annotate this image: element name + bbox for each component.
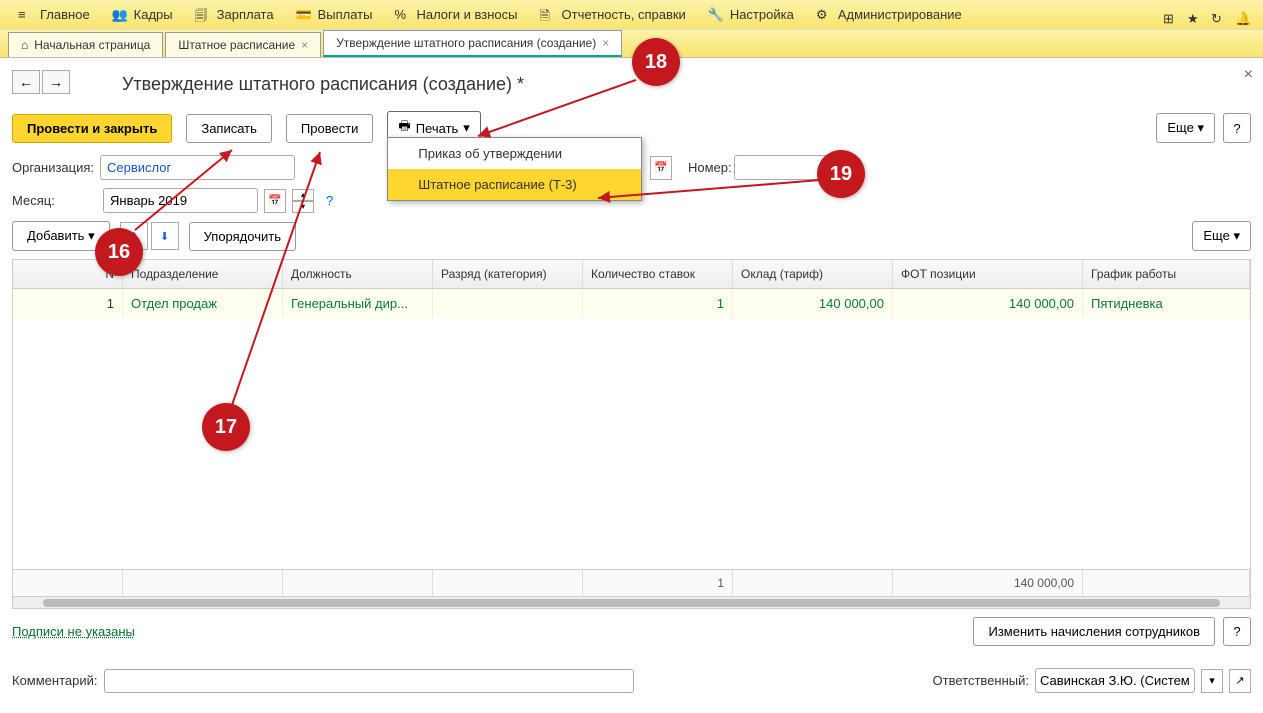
col-sal[interactable]: Оклад (тариф) <box>733 260 893 288</box>
col-cat[interactable]: Разряд (категория) <box>433 260 583 288</box>
change-accruals-button[interactable]: Изменить начисления сотрудников <box>973 617 1215 646</box>
move-down-button[interactable]: ⬇ <box>151 222 179 250</box>
chevron-down-icon: ▾ <box>1197 120 1204 135</box>
org-label: Организация: <box>12 160 94 175</box>
annotation-marker-17: 17 <box>202 403 250 451</box>
menu-hr[interactable]: 👥Кадры <box>102 3 183 27</box>
close-icon[interactable]: × <box>301 38 308 52</box>
page-title: Утверждение штатного расписания (создани… <box>122 74 1251 95</box>
percent-icon: % <box>394 7 410 23</box>
grid-footer: 1 140 000,00 <box>13 569 1250 596</box>
order-button[interactable]: Упорядочить <box>189 222 296 251</box>
menu-icon: ≡ <box>18 7 34 23</box>
do-button[interactable]: Провести <box>286 114 374 143</box>
comment-input[interactable] <box>104 669 634 693</box>
comment-label: Комментарий: <box>12 673 98 688</box>
doc-icon: 🗎 <box>540 7 556 23</box>
month-up-button[interactable]: ▴ <box>292 189 314 201</box>
save-button[interactable]: Записать <box>186 114 272 143</box>
close-page-icon[interactable]: × <box>1244 66 1253 84</box>
people-icon: 👥 <box>112 7 128 23</box>
annotation-marker-19: 19 <box>817 150 865 198</box>
print-item-approval[interactable]: Приказ об утверждении <box>388 138 641 169</box>
annotation-marker-18: 18 <box>632 38 680 86</box>
grid-header: N Подразделение Должность Разряд (катего… <box>13 260 1250 289</box>
tab-staff[interactable]: Штатное расписание× <box>165 32 321 57</box>
menu-taxes[interactable]: %Налоги и взносы <box>384 3 527 27</box>
h-scrollbar[interactable] <box>13 596 1250 608</box>
annotation-marker-16: 16 <box>95 228 143 276</box>
col-sch[interactable]: График работы <box>1083 260 1250 288</box>
wrench-icon: 🔧 <box>708 7 724 23</box>
menu-payments[interactable]: 💳Выплаты <box>286 3 383 27</box>
top-menu-bar: ≡Главное 👥Кадры 🗐Зарплата 💳Выплаты %Нало… <box>0 0 1263 30</box>
nav-fwd-button[interactable]: → <box>42 70 70 94</box>
menu-settings[interactable]: 🔧Настройка <box>698 3 804 27</box>
star-icon[interactable]: ★ <box>1183 7 1199 23</box>
col-pos[interactable]: Должность <box>283 260 433 288</box>
month-input[interactable] <box>103 188 258 213</box>
grid-more-button[interactable]: Еще ▾ <box>1192 221 1251 251</box>
resp-open-button[interactable]: ↗ <box>1229 669 1251 693</box>
col-cnt[interactable]: Количество ставок <box>583 260 733 288</box>
tab-approve[interactable]: Утверждение штатного расписания (создани… <box>323 30 622 57</box>
num-label: Номер: <box>688 160 732 175</box>
month-down-button[interactable]: ▾ <box>292 201 314 213</box>
menu-salary[interactable]: 🗐Зарплата <box>185 3 284 27</box>
printer-icon: 🖶 <box>398 117 410 139</box>
col-dept[interactable]: Подразделение <box>123 260 283 288</box>
close-icon[interactable]: × <box>602 36 609 50</box>
col-fot[interactable]: ФОТ позиции <box>893 260 1083 288</box>
bell-icon[interactable]: 🔔 <box>1231 7 1247 23</box>
menu-reports[interactable]: 🗎Отчетность, справки <box>530 3 696 27</box>
menu-admin[interactable]: ⚙Администрирование <box>806 3 972 27</box>
main-toolbar: Провести и закрыть Записать Провести 🖶Пе… <box>12 111 1251 145</box>
home-icon: ⌂ <box>21 38 28 52</box>
month-label: Месяц: <box>12 193 97 208</box>
nav-back-button[interactable]: ← <box>12 70 40 94</box>
more-button[interactable]: Еще ▾ <box>1156 113 1215 143</box>
help-button[interactable]: ? <box>1223 113 1251 143</box>
help-button-2[interactable]: ? <box>1223 617 1251 646</box>
chevron-down-icon: ▾ <box>88 228 95 243</box>
month-help-link[interactable]: ? <box>326 193 333 208</box>
tabs-bar: ⌂Начальная страница Штатное расписание× … <box>0 30 1263 58</box>
print-dropdown: Приказ об утверждении Штатное расписание… <box>387 137 642 201</box>
menu-main[interactable]: ≡Главное <box>8 3 100 27</box>
chevron-down-icon: ▾ <box>1233 228 1240 243</box>
staff-grid: N Подразделение Должность Разряд (катего… <box>12 259 1251 609</box>
card-icon: 💳 <box>296 7 312 23</box>
resp-dropdown-button[interactable]: ▾ <box>1201 669 1223 693</box>
gear-icon: ⚙ <box>816 7 832 23</box>
tab-home[interactable]: ⌂Начальная страница <box>8 32 163 57</box>
table-row[interactable]: 1 Отдел продаж Генеральный дир... 1 140 … <box>13 289 1250 318</box>
responsible-label: Ответственный: <box>933 673 1029 688</box>
print-item-t3[interactable]: Штатное расписание (Т-3) <box>388 169 641 200</box>
signatures-link[interactable]: Подписи не указаны <box>12 624 135 639</box>
calendar-button[interactable]: 📅 <box>264 189 286 213</box>
responsible-input[interactable] <box>1035 668 1195 693</box>
org-input[interactable] <box>100 155 295 180</box>
chevron-down-icon: ▾ <box>463 120 470 136</box>
do-and-close-button[interactable]: Провести и закрыть <box>12 114 172 143</box>
history-icon[interactable]: ↻ <box>1207 7 1223 23</box>
apps-icon[interactable]: ⊞ <box>1159 7 1175 23</box>
calc-icon: 🗐 <box>195 7 211 23</box>
date-picker-button[interactable]: 📅 <box>650 156 672 180</box>
